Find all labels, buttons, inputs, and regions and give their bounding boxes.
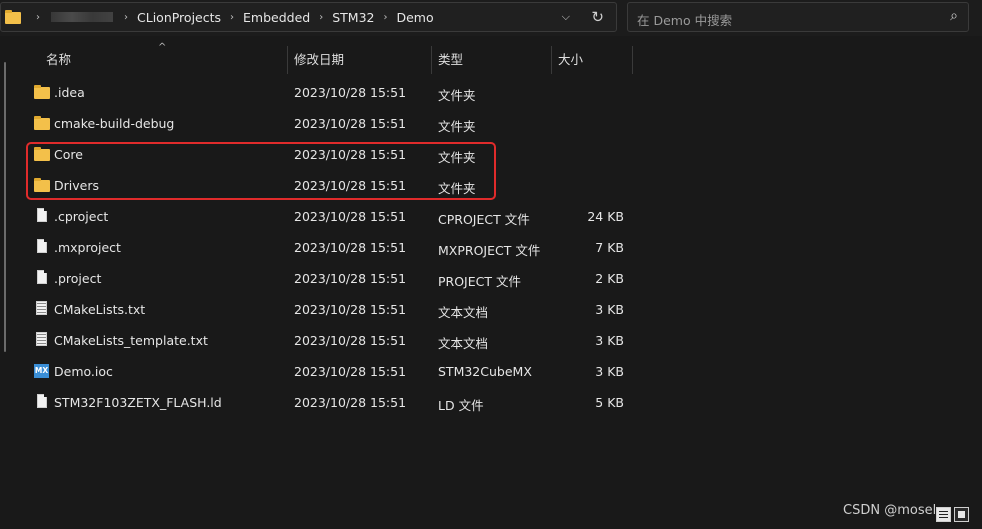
- file-name: .cproject: [54, 209, 109, 224]
- redacted-path-segment: [51, 12, 113, 22]
- file-row[interactable]: .mxproject 2023/10/28 15:51 MXPROJECT 文件…: [0, 232, 640, 263]
- file-row[interactable]: .idea 2023/10/28 15:51 文件夹: [0, 77, 640, 108]
- file-type: PROJECT 文件: [438, 274, 521, 289]
- column-header-date[interactable]: 修改日期: [294, 46, 344, 74]
- file-date: 2023/10/28 15:51: [294, 395, 407, 410]
- file-type: CPROJECT 文件: [438, 212, 530, 227]
- breadcrumb: › › CLionProjects › Embedded › STM32 › D…: [29, 10, 436, 25]
- file-type: LD 文件: [438, 398, 484, 413]
- file-row[interactable]: .cproject 2023/10/28 15:51 CPROJECT 文件 2…: [0, 201, 640, 232]
- folder-icon: [5, 10, 21, 24]
- file-row[interactable]: CMakeLists_template.txt 2023/10/28 15:51…: [0, 325, 640, 356]
- file-type: STM32CubeMX: [438, 364, 532, 379]
- search-placeholder[interactable]: 在 Demo 中搜索: [637, 10, 732, 29]
- file-icon: [34, 394, 50, 409]
- breadcrumb-item[interactable]: CLionProjects: [135, 10, 223, 25]
- file-row[interactable]: STM32F103ZETX_FLASH.ld 2023/10/28 15:51 …: [0, 387, 640, 418]
- file-name: CMakeLists_template.txt: [54, 333, 208, 348]
- large-icons-view-icon[interactable]: [954, 507, 969, 522]
- file-date: 2023/10/28 15:51: [294, 333, 407, 348]
- file-size: 5 KB: [595, 395, 624, 410]
- file-size: 3 KB: [595, 364, 624, 379]
- column-divider[interactable]: [551, 46, 552, 74]
- chevron-right-icon: ›: [36, 11, 40, 23]
- file-type: 文件夹: [438, 119, 476, 134]
- view-toggle: [936, 507, 969, 522]
- file-icon: [34, 270, 50, 285]
- file-date: 2023/10/28 15:51: [294, 364, 407, 379]
- watermark: CSDN @mosel: [843, 503, 937, 518]
- file-date: 2023/10/28 15:51: [294, 116, 407, 131]
- text-file-icon: [34, 332, 50, 347]
- file-type: MXPROJECT 文件: [438, 243, 541, 258]
- file-icon: [34, 239, 50, 254]
- file-name: STM32F103ZETX_FLASH.ld: [54, 395, 222, 410]
- file-type: 文本文档: [438, 305, 489, 320]
- top-bar: › › CLionProjects › Embedded › STM32 › D…: [0, 0, 982, 36]
- text-file-icon: [34, 301, 50, 316]
- address-bar[interactable]: › › CLionProjects › Embedded › STM32 › D…: [0, 2, 617, 32]
- breadcrumb-item[interactable]: STM32: [330, 10, 376, 25]
- file-size: 3 KB: [595, 302, 624, 317]
- search-icon[interactable]: ⌕: [950, 8, 958, 24]
- file-row[interactable]: MX Demo.ioc 2023/10/28 15:51 STM32CubeMX…: [0, 356, 640, 387]
- chevron-right-icon: ›: [383, 11, 388, 23]
- chevron-right-icon: ›: [124, 11, 128, 23]
- column-header-row: ^ 名称 修改日期 类型 大小: [0, 42, 982, 74]
- file-size: 3 KB: [595, 333, 624, 348]
- refresh-icon[interactable]: ↻: [591, 8, 604, 26]
- file-name: .project: [54, 271, 102, 286]
- column-header-name[interactable]: 名称: [46, 46, 71, 74]
- chevron-down-icon[interactable]: ⌵: [562, 10, 570, 24]
- breadcrumb-item[interactable]: Demo: [394, 10, 435, 25]
- file-type: 文件夹: [438, 88, 476, 103]
- file-icon: [34, 208, 50, 223]
- column-header-type[interactable]: 类型: [438, 46, 463, 74]
- file-name: CMakeLists.txt: [54, 302, 146, 317]
- file-size: 7 KB: [595, 240, 624, 255]
- column-divider[interactable]: [431, 46, 432, 74]
- chevron-right-icon: ›: [319, 11, 324, 23]
- folder-icon: [34, 85, 50, 99]
- sort-ascending-icon: ^: [158, 42, 167, 53]
- file-row[interactable]: cmake-build-debug 2023/10/28 15:51 文件夹: [0, 108, 640, 139]
- file-date: 2023/10/28 15:51: [294, 240, 407, 255]
- highlight-box: [26, 142, 496, 200]
- file-name: cmake-build-debug: [54, 116, 175, 131]
- chevron-right-icon: ›: [230, 11, 235, 23]
- file-row[interactable]: CMakeLists.txt 2023/10/28 15:51 文本文档 3 K…: [0, 294, 640, 325]
- file-date: 2023/10/28 15:51: [294, 302, 407, 317]
- column-divider[interactable]: [632, 46, 633, 74]
- file-name: .idea: [54, 85, 85, 100]
- file-type: 文本文档: [438, 336, 489, 351]
- search-box[interactable]: 在 Demo 中搜索 ⌕: [627, 2, 969, 32]
- file-size: 24 KB: [587, 209, 624, 224]
- file-size: 2 KB: [595, 271, 624, 286]
- column-header-size[interactable]: 大小: [558, 46, 583, 74]
- column-divider[interactable]: [287, 46, 288, 74]
- file-date: 2023/10/28 15:51: [294, 271, 407, 286]
- stm32cubemx-icon: MX: [34, 364, 50, 378]
- breadcrumb-item[interactable]: Embedded: [241, 10, 312, 25]
- file-name: .mxproject: [54, 240, 121, 255]
- details-view-icon[interactable]: [936, 507, 951, 522]
- file-name: Demo.ioc: [54, 364, 113, 379]
- file-date: 2023/10/28 15:51: [294, 209, 407, 224]
- file-row[interactable]: .project 2023/10/28 15:51 PROJECT 文件 2 K…: [0, 263, 640, 294]
- file-date: 2023/10/28 15:51: [294, 85, 407, 100]
- folder-icon: [34, 116, 50, 130]
